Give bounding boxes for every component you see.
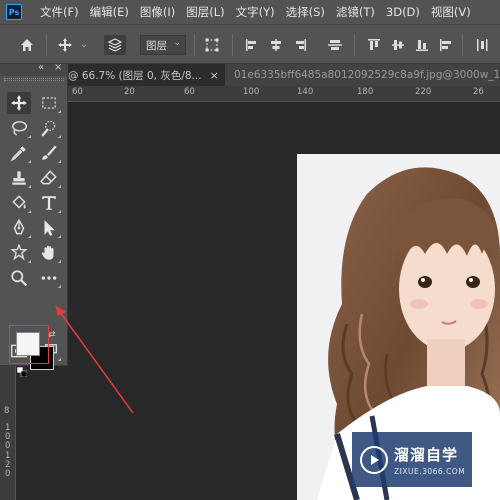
ruler-label: 180 [357, 87, 374, 97]
brush-tool-icon[interactable] [37, 142, 61, 164]
stamp-tool-icon[interactable] [7, 167, 31, 189]
menu-edit[interactable]: 编辑(E) [90, 4, 129, 20]
tab-active-label: @ 66.7% (图层 0, 灰色/8... [68, 69, 202, 82]
tab-second-document[interactable]: 01e6335bff6485a8012092529c8a9f.jpg@3000w… [230, 64, 500, 86]
close-icon[interactable]: × [210, 69, 219, 82]
path-selection-tool-icon[interactable] [37, 217, 61, 239]
watermark-badge: 溜溜自学 ZIXUE.3066.COM [352, 432, 472, 487]
swap-colors-icon[interactable]: ⇄ [48, 330, 56, 340]
horizontal-ruler[interactable]: 60 20 60 100 140 180 220 26 [68, 86, 500, 102]
toolbox-grip[interactable] [4, 78, 64, 81]
menu-view[interactable]: 视图(V) [431, 4, 471, 20]
ruler-label: 220 [415, 87, 432, 97]
menu-layer[interactable]: 图层(L) [186, 4, 224, 20]
auto-select-target-value: 图层 [146, 39, 167, 52]
close-icon[interactable]: × [54, 62, 62, 73]
hand-tool-icon[interactable] [37, 242, 61, 264]
document-tabs: @ 66.7% (图层 0, 灰色/8... × 01e6335bff6485a… [0, 64, 500, 86]
distribute-top-icon[interactable] [366, 35, 382, 55]
play-logo-icon [360, 445, 388, 474]
menu-image[interactable]: 图像(I) [140, 4, 175, 20]
ruler-label: 1 2 0 [5, 451, 11, 479]
align-center-icon[interactable] [268, 35, 284, 55]
menu-3d[interactable]: 3D(D) [386, 5, 420, 19]
tab-active-document[interactable]: @ 66.7% (图层 0, 灰色/8... × [68, 64, 225, 86]
quick-selection-tool-icon[interactable] [37, 117, 61, 139]
paint-bucket-tool-icon[interactable] [7, 192, 31, 214]
ruler-label: 20 [124, 87, 135, 97]
ruler-label: 140 [297, 87, 314, 97]
distribute-left-icon[interactable] [438, 35, 454, 55]
align-left-icon[interactable] [244, 35, 260, 55]
distribute-vcenter-icon[interactable] [390, 35, 406, 55]
ruler-label: 8 [4, 406, 10, 416]
distribute-bottom-icon[interactable] [414, 35, 430, 55]
ruler-label: 60 [184, 87, 195, 97]
ruler-label: 1 0 0 [5, 423, 11, 451]
ruler-label: 100 [243, 87, 260, 97]
menu-bar: Ps 文件(F) 编辑(E) 图像(I) 图层(L) 文字(Y) 选择(S) 滤… [0, 0, 500, 24]
type-tool-icon[interactable] [37, 192, 61, 214]
transform-controls-icon[interactable] [202, 35, 222, 55]
photoshop-logo[interactable]: Ps [6, 4, 22, 20]
menu-file[interactable]: 文件(F) [40, 4, 79, 20]
zoom-tool-icon[interactable] [7, 267, 31, 289]
menu-select[interactable]: 选择(S) [286, 4, 325, 20]
move-tool-icon[interactable] [7, 92, 31, 114]
ruler-label: 26 [473, 87, 484, 97]
move-tool-preset-icon[interactable] [54, 35, 76, 55]
ruler-label: 60 [72, 87, 83, 97]
menu-type[interactable]: 文字(Y) [236, 4, 275, 20]
align-right-icon[interactable] [292, 35, 308, 55]
menu-filter[interactable]: 滤镜(T) [336, 4, 375, 20]
chevron-down-icon: ⌄ [173, 38, 181, 48]
eyedropper-tool-icon[interactable] [7, 142, 31, 164]
distribute-horizontal-icon[interactable] [474, 35, 490, 55]
annotation-highlight-box [9, 325, 49, 364]
toolbox-panel: « × ⇄ [0, 62, 68, 378]
custom-shape-tool-icon[interactable] [7, 242, 31, 264]
toolbox-header: « × [0, 62, 68, 76]
watermark-url: ZIXUE.3066.COM [394, 466, 466, 476]
more-tools-icon[interactable] [37, 267, 61, 289]
home-icon[interactable] [16, 35, 38, 55]
tab-second-label: 01e6335bff6485a8012092529c8a9f.jpg@3000w… [234, 69, 500, 81]
eraser-tool-icon[interactable] [37, 167, 61, 189]
auto-select-icon[interactable] [104, 35, 126, 55]
options-bar: ⌄ 图层 ⌄ [0, 24, 500, 64]
collapse-icon[interactable]: « [38, 62, 44, 73]
auto-select-target-dropdown[interactable]: 图层 ⌄ [140, 35, 186, 55]
align-middle-icon[interactable] [326, 35, 344, 55]
marquee-tool-icon[interactable] [37, 92, 61, 114]
pen-tool-icon[interactable] [7, 217, 31, 239]
chevron-down-icon[interactable]: ⌄ [78, 35, 90, 55]
watermark-title: 溜溜自学 [394, 445, 459, 464]
lasso-tool-icon[interactable] [7, 117, 31, 139]
